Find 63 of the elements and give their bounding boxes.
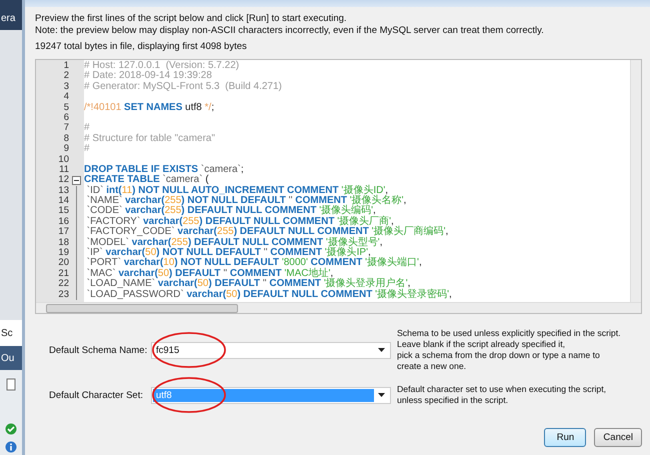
code-line: /*!40101 SET NAMES utf8 */; — [84, 102, 214, 113]
info-circle-icon — [5, 441, 17, 453]
code-line: `MAC` varchar(50) DEFAULT '' COMMENT 'MAC地址', — [86, 268, 334, 279]
code-line: `MODEL` varchar(255) DEFAULT NULL COMMENT '摄像头型号', — [86, 236, 382, 248]
line-number: 18 — [57, 238, 69, 248]
field-label: Default Schema Name: — [49, 344, 148, 356]
line-number: 10 — [57, 154, 69, 165]
line-number: 23 — [57, 290, 69, 300]
line-number: 5 — [62, 102, 69, 113]
vertical-scrollbar[interactable] — [630, 60, 641, 302]
horizontal-scrollbar[interactable] — [36, 302, 641, 313]
code-line: `FACTORY_CODE` varchar(255) DEFAULT NULL COMMENT '摄像头厂商编码', — [86, 226, 448, 238]
line-number: 21 — [57, 268, 69, 279]
field-label: Default Character Set: — [49, 390, 144, 400]
help-text: Default character set to use when executing the script, unless specified in the script. — [397, 383, 606, 407]
tab-label: era — [0, 13, 16, 24]
line-number: 15 — [57, 206, 69, 217]
line-number: 14 — [57, 196, 69, 206]
line-number: 19 — [57, 248, 69, 258]
code-line: `ID` int(11) NOT NULL AUTO_INCREMENT COMMENT '摄像头ID', — [86, 184, 388, 196]
line-number: 17 — [57, 227, 69, 238]
caret-icon — [378, 393, 385, 397]
code-line: # — [84, 143, 90, 154]
line-number: 13 — [57, 186, 69, 196]
code-line: `LOAD_PASSWORD` varchar(50) DEFAULT NULL COMMENT '摄像头登录密码', — [86, 288, 452, 300]
code-line: # — [84, 122, 90, 134]
file-info-text: 19247 total bytes in file, displaying first 4098 bytes — [35, 41, 248, 53]
line-number: 22 — [57, 279, 69, 290]
line-number: 12 — [57, 175, 69, 186]
line-number: 8 — [62, 134, 69, 144]
check-circle-icon — [5, 423, 17, 435]
help-text: Schema to be used unless explicitly specified in the script. Leave blank if the script already specified it, pick a schema from the drop down or type a name to create a new one. — [397, 328, 621, 372]
code-line: # Generator: MySQL-Front 5.3 (Build 4.271) — [84, 80, 282, 92]
document-icon[interactable] — [5, 378, 17, 391]
dialog-button[interactable]: Run — [544, 428, 586, 447]
collapse-icon[interactable] — [72, 176, 81, 185]
instruction-text: Note: the preview below may display non-ASCII characters incorrectly, even if the MySQL server can treat them correctly. — [35, 25, 545, 37]
panel-title: Ou — [0, 352, 14, 364]
code-line: `FACTORY` varchar(255) DEFAULT NULL COMMENT '摄像头厂商', — [86, 216, 394, 227]
line-number: 7 — [62, 123, 69, 134]
instruction-text: Preview the first lines of the script below and click [Run] to start executing. — [35, 13, 348, 25]
code-line: # Structure for table "camera" — [84, 132, 216, 144]
line-number: 2 — [62, 71, 69, 82]
dropdown-field[interactable]: fc915 — [151, 342, 391, 358]
code-line: `LOAD_NAME` varchar(50) DEFAULT '' COMMENT '摄像头登录用户名', — [86, 278, 410, 290]
code-line: `PORT` varchar(10) NOT NULL DEFAULT '8000' COMMENT '摄像头端口', — [86, 257, 422, 268]
dialog-button[interactable]: Cancel — [594, 428, 642, 447]
caret-icon — [378, 348, 385, 352]
code-line: # Host: 127.0.0.1 (Version: 5.7.22) — [84, 60, 240, 71]
line-number: 3 — [62, 82, 69, 92]
line-number: 6 — [62, 112, 69, 124]
line-number: 16 — [57, 216, 69, 228]
line-number: 1 — [62, 61, 69, 71]
tab-label: Sc — [0, 328, 13, 338]
code-line: CREATE TABLE `camera` ( — [84, 174, 209, 186]
line-number: 20 — [57, 258, 69, 269]
line-number: 9 — [62, 144, 69, 155]
code-line: # Date: 2018-09-14 19:39:28 — [84, 70, 212, 82]
code-line: `IP` varchar(50) NOT NULL DEFAULT '' COMMENT '摄像头IP', — [86, 247, 371, 258]
line-number: 11 — [58, 164, 69, 175]
code-line: DROP TABLE IF EXISTS `camera`; — [84, 164, 244, 175]
code-line: `CODE` varchar(255) DEFAULT NULL COMMENT '摄像头编码', — [86, 205, 376, 216]
line-number: 4 — [62, 92, 69, 103]
